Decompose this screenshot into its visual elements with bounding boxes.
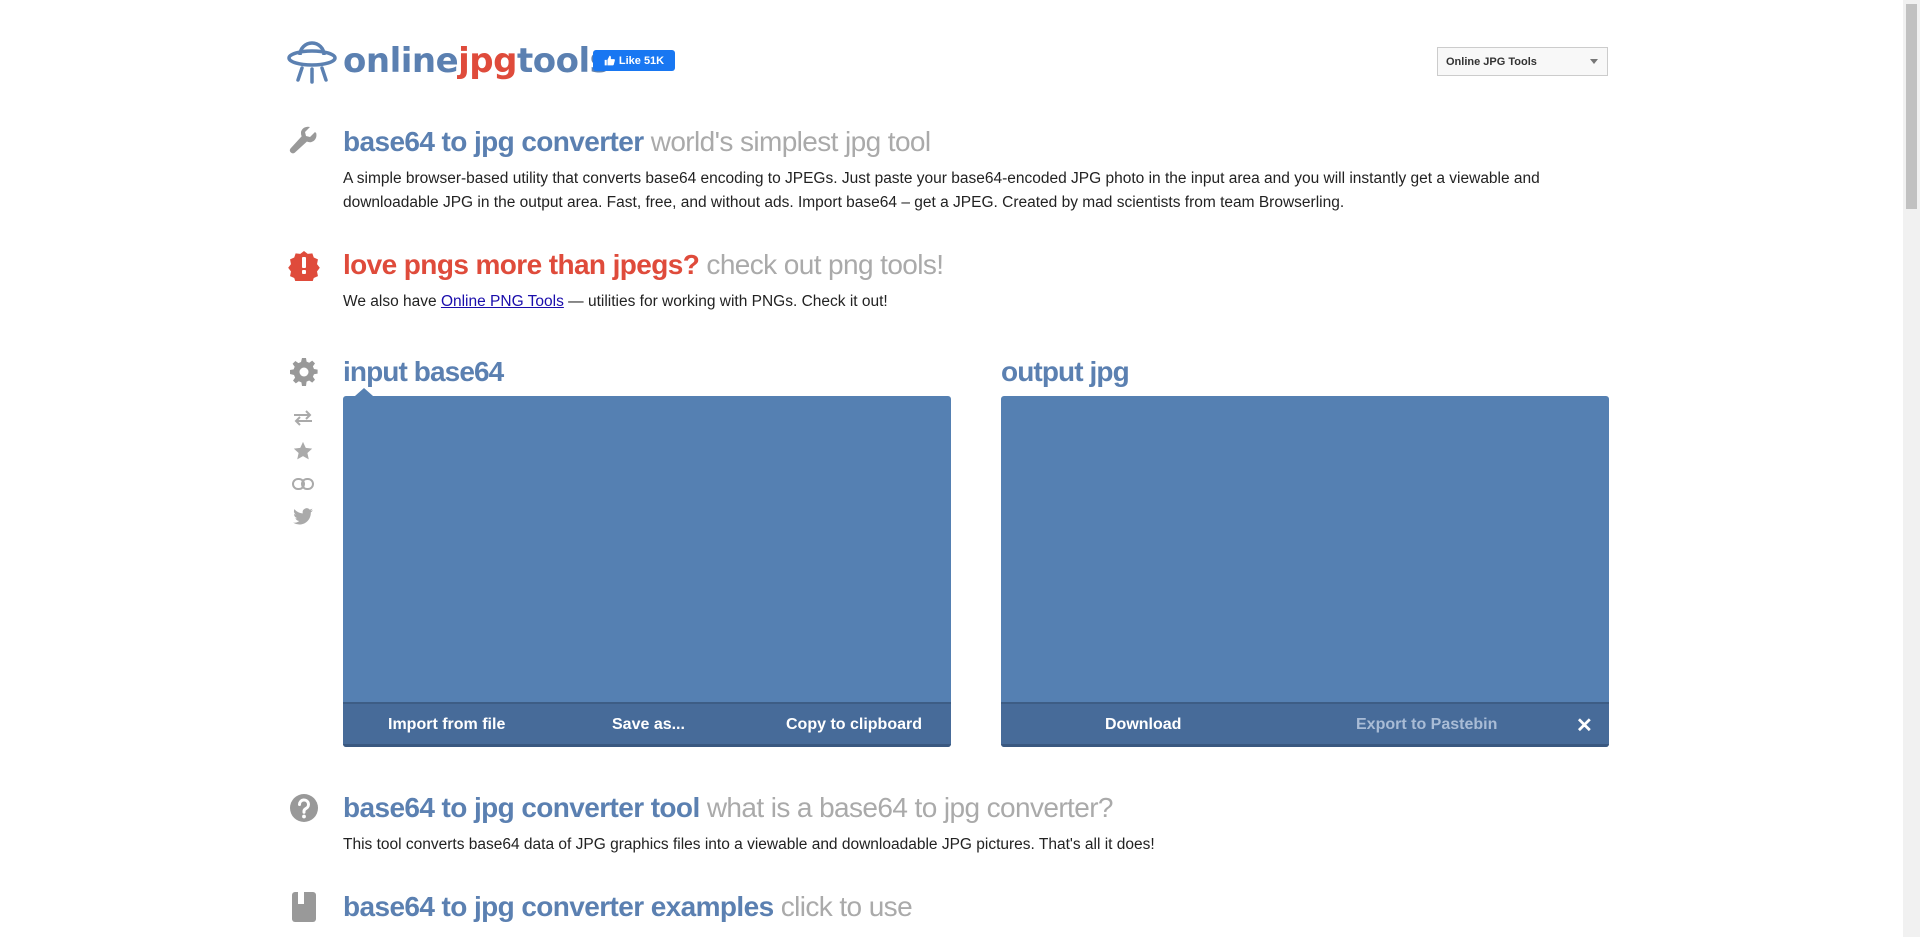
facebook-like-button[interactable]: Like 51K xyxy=(593,50,675,71)
promo-description: We also have Online PNG Tools — utilitie… xyxy=(343,290,1608,314)
link-icon[interactable] xyxy=(287,471,319,497)
intro-description: A simple browser-based utility that conv… xyxy=(343,170,1540,211)
logo-text-online: online xyxy=(343,41,459,81)
examples-subtitle: click to use xyxy=(780,891,913,922)
import-from-file-button[interactable]: Import from file xyxy=(388,716,505,734)
vertical-scrollbar[interactable] xyxy=(1903,0,1920,937)
site-logo[interactable]: onlinejpgtools xyxy=(287,38,610,84)
intro-heading: base64 to jpg converter world's simplest… xyxy=(343,125,931,159)
logo-text-jpg: jpg xyxy=(458,41,517,81)
png-tools-link[interactable]: Online PNG Tools xyxy=(441,293,564,310)
copy-to-clipboard-button[interactable]: Copy to clipboard xyxy=(786,716,922,734)
promo-text-after: — utilities for working with PNGs. Check… xyxy=(563,293,888,310)
promo-subtitle: check out png tools! xyxy=(706,249,944,280)
output-panel-title: output jpg xyxy=(1001,356,1130,387)
examples-heading: base64 to jpg converter examples click t… xyxy=(343,890,913,924)
intro-subtitle: world's simplest jpg tool xyxy=(650,126,931,157)
site-switcher-value: Online JPG Tools xyxy=(1446,55,1537,68)
chevron-down-icon xyxy=(1590,59,1598,64)
what-is-title: base64 to jpg converter tool xyxy=(343,792,700,823)
facebook-like-label: Like 51K xyxy=(618,54,665,67)
export-to-pastebin-button[interactable]: Export to Pastebin xyxy=(1356,716,1497,734)
intro-title: base64 to jpg converter xyxy=(343,126,644,157)
what-is-subtitle: what is a base64 to jpg converter? xyxy=(706,792,1114,823)
help-icon xyxy=(287,791,321,825)
input-panel[interactable]: Import from file Save as... Copy to clip… xyxy=(343,388,951,747)
scrollbar-thumb[interactable] xyxy=(1906,4,1917,209)
output-panel: Download Export to Pastebin ✕ xyxy=(1001,396,1609,747)
input-panel-toolbar: Import from file Save as... Copy to clip… xyxy=(343,702,951,747)
star-icon[interactable] xyxy=(287,438,319,464)
book-icon xyxy=(287,890,321,924)
ufo-logo-icon xyxy=(287,41,337,84)
examples-title: base64 to jpg converter examples xyxy=(343,891,774,922)
logo-wordmark: onlinejpgtools xyxy=(343,38,610,84)
what-is-description: This tool converts base64 data of JPG gr… xyxy=(343,836,1155,853)
output-panel-toolbar: Download Export to Pastebin ✕ xyxy=(1001,702,1609,747)
promo-text-before: We also have xyxy=(343,293,441,310)
download-button[interactable]: Download xyxy=(1105,716,1181,734)
twitter-icon[interactable] xyxy=(287,504,319,530)
promo-title: love pngs more than jpegs? xyxy=(343,249,700,280)
what-is-heading: base64 to jpg converter tool what is a b… xyxy=(343,791,1114,825)
save-as-button[interactable]: Save as... xyxy=(612,716,685,734)
wrench-icon xyxy=(287,125,321,159)
input-panel-title: input base64 xyxy=(343,356,504,387)
gear-icon[interactable] xyxy=(287,355,321,389)
thumbs-up-icon xyxy=(604,55,615,66)
alert-icon xyxy=(287,248,321,282)
promo-heading: love pngs more than jpegs? check out png… xyxy=(343,248,944,282)
swap-icon[interactable] xyxy=(287,405,319,431)
close-icon[interactable]: ✕ xyxy=(1576,713,1593,738)
input-panel-notch xyxy=(355,388,373,396)
site-switcher-select[interactable]: Online JPG Tools xyxy=(1437,47,1608,76)
